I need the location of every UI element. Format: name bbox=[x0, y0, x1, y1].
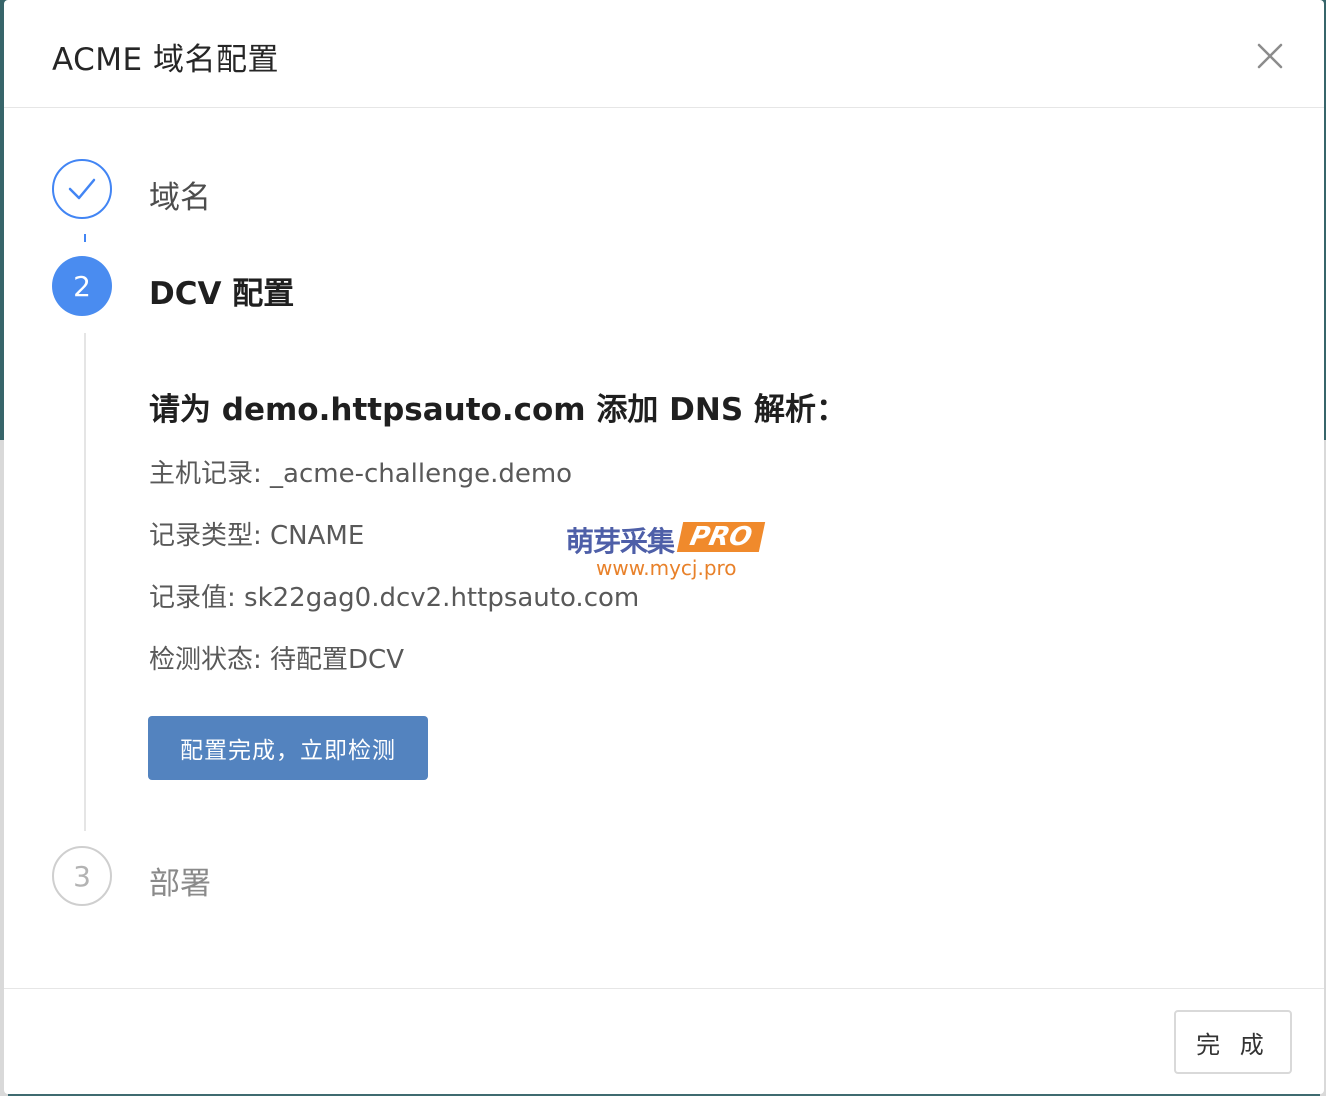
close-button[interactable] bbox=[1250, 36, 1290, 76]
step-1-label: 域名 bbox=[149, 180, 211, 216]
dialog-header: ACME 域名配置 bbox=[4, 0, 1324, 108]
dns-instruction-heading: 请为 demo.httpsauto.com 添加 DNS 解析： bbox=[149, 392, 847, 428]
close-icon bbox=[1257, 43, 1283, 69]
done-button[interactable]: 完 成 bbox=[1174, 1010, 1292, 1074]
record-value: 记录值: sk22gag0.dcv2.httpsauto.com bbox=[149, 583, 640, 613]
watermark-logo: 萌芽采集 PRO www.mycj.pro bbox=[566, 520, 766, 582]
acme-domain-dialog: ACME 域名配置 域名 2 DCV 配置 请为 demo.httpsauto.… bbox=[4, 0, 1324, 1094]
step-connector-2 bbox=[84, 333, 86, 831]
step-3-label: 部署 bbox=[149, 866, 211, 902]
step-1-indicator bbox=[52, 159, 112, 219]
check-icon bbox=[68, 178, 96, 200]
check-now-button[interactable]: 配置完成，立即检测 bbox=[148, 716, 428, 780]
watermark-name: 萌芽采集 bbox=[566, 525, 675, 558]
record-type: 记录类型: CNAME bbox=[149, 521, 365, 551]
step-2-label: DCV 配置 bbox=[149, 276, 295, 312]
host-record: 主机记录: _acme-challenge.demo bbox=[149, 459, 573, 489]
footer-divider bbox=[4, 988, 1324, 989]
dialog-title: ACME 域名配置 bbox=[52, 42, 279, 78]
step-2-indicator: 2 bbox=[52, 256, 112, 316]
watermark-url: www.mycj.pro bbox=[596, 556, 737, 580]
step-3-indicator: 3 bbox=[52, 846, 112, 906]
check-status: 检测状态: 待配置DCV bbox=[149, 645, 404, 675]
watermark-badge: PRO bbox=[676, 522, 766, 552]
step-connector-1 bbox=[84, 234, 86, 242]
